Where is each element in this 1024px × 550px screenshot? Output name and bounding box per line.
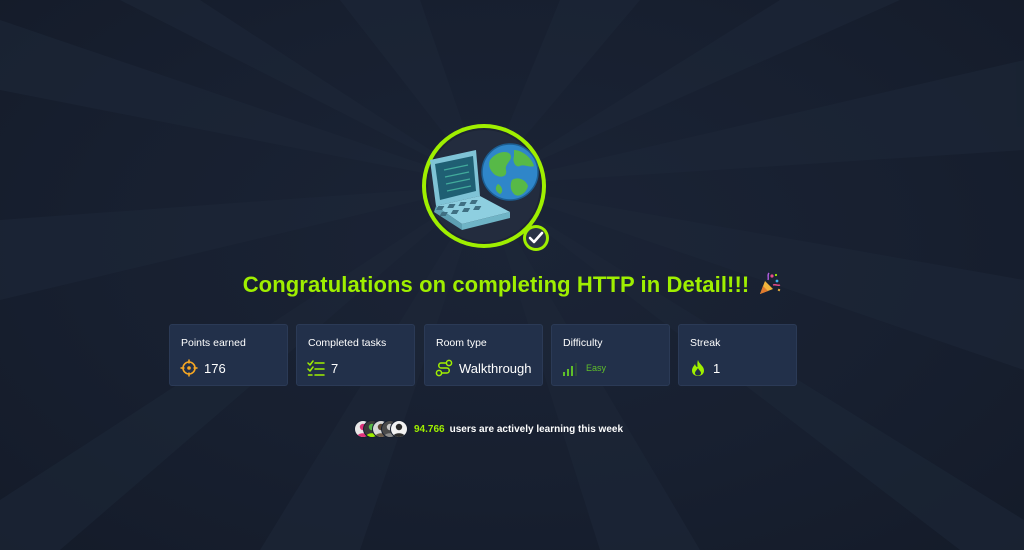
- points-earned-label: Points earned: [181, 337, 246, 349]
- active-users-count: 94.766: [414, 423, 445, 435]
- community-activity: 94.766 users are actively learning this …: [354, 420, 623, 438]
- route-icon: [435, 359, 453, 377]
- headline-text: Congratulations on completing HTTP in De…: [242, 272, 750, 297]
- streak-value: 1: [713, 360, 721, 376]
- completion-screen: Congratulations on completing HTTP in De…: [0, 0, 1024, 550]
- completed-tasks-card: Completed tasks 7: [296, 324, 415, 386]
- active-users-text: users are actively learning this week: [449, 423, 624, 435]
- flame-icon: [692, 360, 704, 376]
- target-icon: [180, 359, 198, 377]
- streak-card: Streak 1: [678, 324, 797, 386]
- stats-cards: Points earned 176 Completed tasks 7 Room…: [169, 324, 799, 386]
- points-earned-value: 176: [204, 360, 226, 376]
- checklist-icon: [307, 360, 325, 376]
- room-badge: [418, 120, 550, 252]
- room-type-label: Room type: [436, 337, 487, 349]
- room-type-card: Room type Walkthrough: [424, 324, 543, 386]
- avatar: [390, 420, 408, 438]
- signal-bars-icon: [563, 363, 577, 376]
- room-type-value: Walkthrough: [459, 360, 532, 376]
- avatar-stack: [354, 420, 408, 438]
- completion-headline: Congratulations on completing HTTP in De…: [0, 272, 1024, 298]
- difficulty-value: Easy: [586, 363, 607, 373]
- completed-tasks-label: Completed tasks: [308, 337, 387, 349]
- laptop-globe-badge-icon: [422, 124, 549, 251]
- difficulty-card: Difficulty Easy: [551, 324, 670, 386]
- streak-label: Streak: [690, 337, 721, 349]
- party-popper-icon: [760, 272, 781, 294]
- completed-tasks-value: 7: [331, 360, 339, 376]
- points-earned-card: Points earned 176: [169, 324, 288, 386]
- difficulty-label: Difficulty: [563, 337, 603, 349]
